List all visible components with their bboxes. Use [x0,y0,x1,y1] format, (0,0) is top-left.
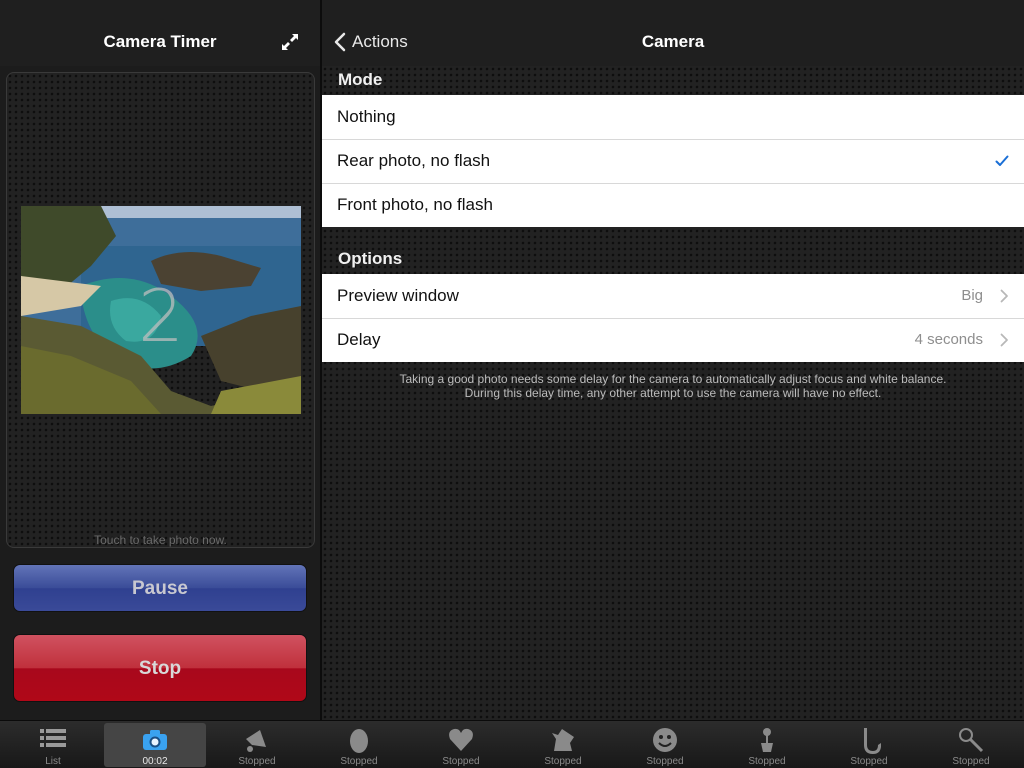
camera-settings-panel: Actions Camera Mode Nothing Rear photo, … [322,0,1024,720]
left-header: Camera Timer [0,0,320,66]
camera-timer-panel: Camera Timer 2 Touch to take photo now. … [0,0,320,720]
tab-label: Stopped [340,756,378,767]
camera-preview-image: 2 [21,206,301,414]
tab-label: List [45,756,61,767]
mode-option-front-photo[interactable]: Front photo, no flash [322,183,1024,227]
smiley-icon [653,728,677,752]
checkmark-icon [995,155,1009,166]
page-title: Camera [641,32,705,51]
camera-icon [143,730,167,750]
mode-option-label: Nothing [337,107,396,126]
dog-icon [552,729,574,751]
touch-hint: Touch to take photo now. [94,533,227,547]
tab-list[interactable]: List [2,721,104,768]
countdown-number: 2 [138,274,184,358]
options-group: Preview window Big Delay 4 seconds [322,274,1024,362]
list-icon [40,729,66,747]
option-label: Preview window [337,286,459,305]
option-preview-window[interactable]: Preview window Big [322,274,1024,318]
mode-option-nothing[interactable]: Nothing [322,95,1024,139]
tab-label: Stopped [850,756,888,767]
egg-icon [350,729,368,753]
badminton-icon [959,728,984,753]
footer-note-line: Taking a good photo needs some delay for… [399,372,947,386]
tab-saxophone[interactable]: Stopped [818,721,920,768]
left-title: Camera Timer [103,32,217,51]
option-value: 4 seconds [914,331,983,348]
right-header: Actions Camera [322,0,1024,66]
mode-section-header: Mode [338,70,383,89]
mode-option-rear-photo[interactable]: Rear photo, no flash [322,139,1024,183]
option-value: Big [961,287,983,304]
tab-flower-pot[interactable]: Stopped [716,721,818,768]
tab-label: Stopped [544,756,582,767]
tab-badminton[interactable]: Stopped [920,721,1022,768]
tab-label: Stopped [748,756,786,767]
tab-label: 00:02 [142,756,168,767]
mode-option-label: Rear photo, no flash [337,151,491,170]
tab-egg[interactable]: Stopped [308,721,410,768]
chevron-right-icon [1000,333,1008,347]
tab-smiley[interactable]: Stopped [614,721,716,768]
pause-button[interactable]: Pause [13,564,307,612]
option-delay[interactable]: Delay 4 seconds [322,318,1024,362]
megaphone-icon [246,730,266,752]
options-section-header: Options [338,249,403,268]
tab-heart[interactable]: Stopped [410,721,512,768]
tab-bar: List 00:02 Stopped Stopped Stopped Stopp… [0,720,1024,768]
tab-camera[interactable]: 00:02 [104,723,206,767]
expand-icon[interactable] [280,32,300,52]
preview-panel[interactable]: 2 Touch to take photo now. [6,72,315,548]
mode-group: Nothing Rear photo, no flash Front photo… [322,95,1024,227]
settings-body: Mode Nothing Rear photo, no flash Front … [322,66,1024,720]
tab-label: Stopped [442,756,480,767]
tab-megaphone[interactable]: Stopped [206,721,308,768]
options-footer-note: Taking a good photo needs some delay for… [322,372,1024,400]
flower-pot-icon [761,728,773,752]
heart-icon [449,728,473,751]
saxophone-icon [864,728,881,754]
chevron-right-icon [1000,289,1008,303]
stop-button[interactable]: Stop [13,634,307,702]
mode-option-label: Front photo, no flash [337,195,493,214]
tab-label: Stopped [238,756,276,767]
footer-note-line: During this delay time, any other attemp… [464,386,882,400]
tab-dog[interactable]: Stopped [512,721,614,768]
tab-label: Stopped [952,756,990,767]
tab-label: Stopped [646,756,684,767]
option-label: Delay [337,330,381,349]
